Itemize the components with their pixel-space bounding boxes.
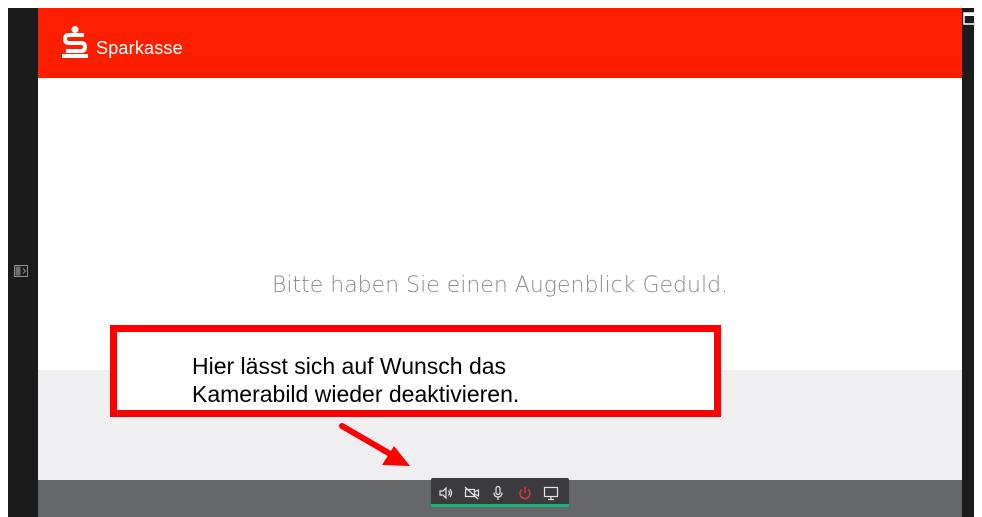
call-controls bbox=[431, 478, 569, 507]
power-icon[interactable] bbox=[517, 485, 533, 501]
callout-text: Hier lässt sich auf Wunsch das Kamerabil… bbox=[192, 352, 519, 408]
callout-line-2: Kamerabild wieder deaktivieren. bbox=[192, 381, 520, 407]
callout-line-1: Hier lässt sich auf Wunsch das bbox=[192, 353, 507, 379]
bank-header: Sparkasse bbox=[38, 8, 962, 78]
screen-share-icon[interactable] bbox=[543, 485, 559, 501]
window-icon[interactable] bbox=[963, 11, 978, 25]
speaker-icon[interactable] bbox=[438, 485, 454, 501]
camera-off-icon[interactable] bbox=[464, 485, 480, 501]
brand-name: Sparkasse bbox=[96, 38, 183, 58]
annotation-callout: Hier lässt sich auf Wunsch das Kamerabil… bbox=[110, 325, 721, 417]
active-call-indicator bbox=[431, 504, 569, 507]
wait-message: Bitte haben Sie einen Augenblick Geduld. bbox=[271, 273, 729, 298]
sparkasse-logo-icon bbox=[62, 26, 88, 58]
video-session-view: Sparkasse Bitte haben Sie einen Augenbli… bbox=[38, 8, 962, 517]
sidebar-toggle-icon[interactable] bbox=[14, 265, 28, 277]
microphone-icon[interactable] bbox=[490, 485, 506, 501]
callout-arrow bbox=[339, 423, 410, 466]
